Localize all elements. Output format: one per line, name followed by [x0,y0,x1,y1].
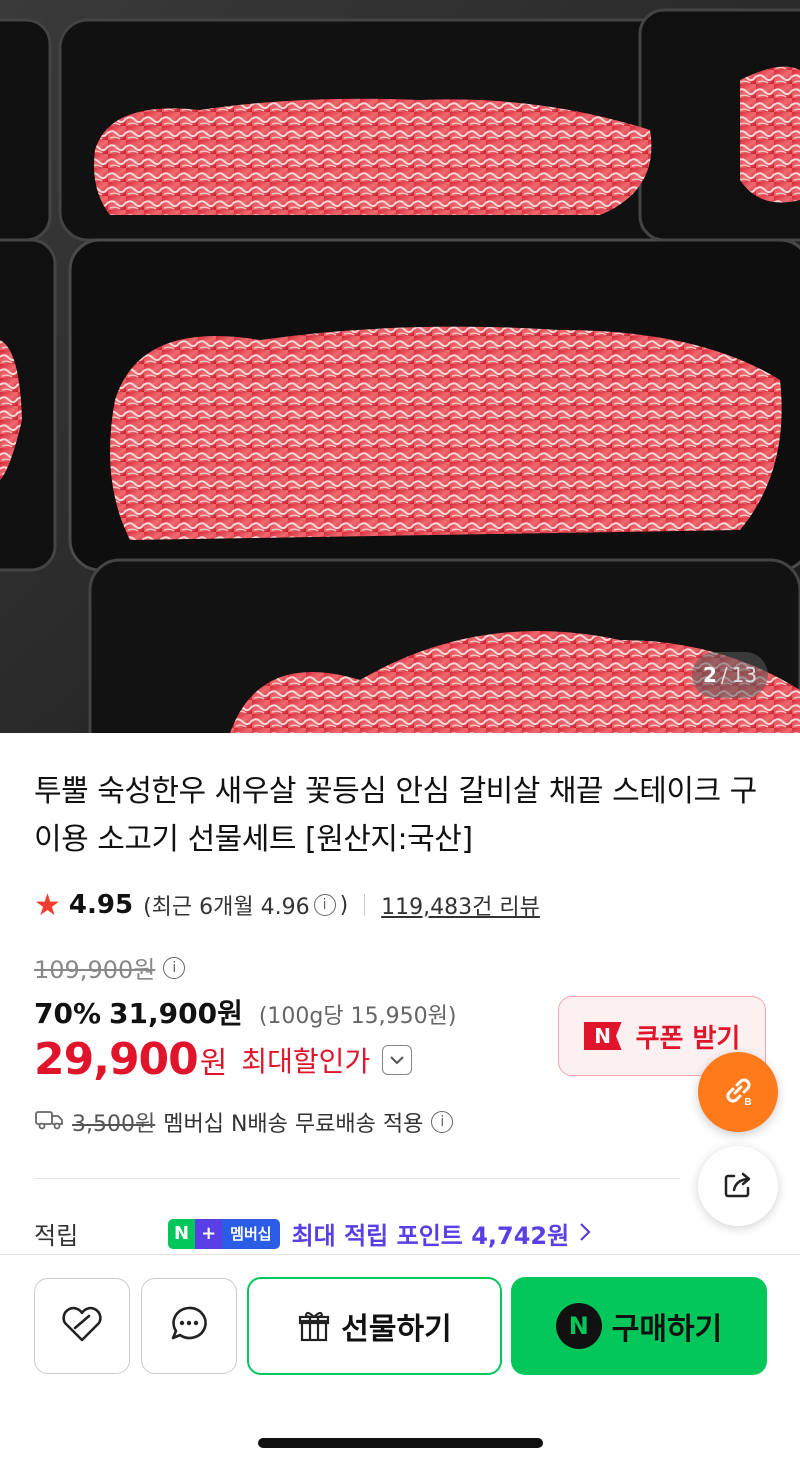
rating-score: 4.95 [68,890,134,920]
chat-button[interactable] [141,1278,237,1374]
coupon-label: 쿠폰 받기 [635,1023,741,1054]
info-icon[interactable]: i [163,956,186,979]
badge-member: 멤버십 [222,1218,280,1249]
final-price: 29,900 [34,1034,199,1085]
points-text: 최대 적립 포인트 4,742원 [291,1222,570,1250]
link-button[interactable]: B [698,1052,778,1132]
product-photo [0,0,800,733]
info-icon[interactable]: i [313,894,336,916]
naver-pay-logo: N [555,1303,602,1349]
section-divider [34,1178,680,1179]
image-counter-current: 2 [702,663,717,687]
final-currency: 원 [199,1045,228,1081]
chevron-right-icon [579,1220,591,1248]
unit-price: (100g당 15,950원) [258,1004,457,1029]
chat-icon [167,1302,211,1350]
product-title: 투뿔 숙성한우 새우살 꽃등심 안심 갈비살 채끝 스테이크 구이용 소고기 선… [34,774,757,857]
svg-text:B: B [744,1097,751,1108]
dropdown-chevron-icon[interactable] [382,1044,413,1075]
gift-button[interactable]: 선물하기 [247,1277,502,1375]
points-label: 적립 [34,1222,79,1250]
gift-label: 선물하기 [341,1312,452,1347]
buy-label: 구매하기 [611,1312,723,1347]
gift-icon [297,1309,331,1343]
original-shipping-fee: 3,500원 [72,1112,156,1137]
home-indicator [258,1438,543,1448]
star-icon: ★ [34,887,61,923]
points-row[interactable]: N + 멤버십 최대 적립 포인트 4,742원 [168,1216,591,1251]
recent-rating-close: ) [339,892,349,918]
badge-plus: + [195,1218,223,1249]
discount-price: 31,900원 [109,997,243,1030]
rating-row: ★ 4.95 (최근 6개월 4.96 i ) 119,483건 리뷰 [34,886,540,924]
share-button[interactable] [698,1146,778,1226]
discount-percent: 70% [34,997,102,1030]
original-price-row: 109,900원 i [34,950,186,985]
buy-button[interactable]: N 구매하기 [511,1277,767,1375]
image-counter-separator: / [720,663,728,687]
heart-icon [59,1304,105,1348]
reviews-link[interactable]: 119,483건 리뷰 [381,889,540,921]
discount-row: 70% 31,900원 (100g당 15,950원) [34,992,456,1032]
link-icon: B [719,1071,757,1113]
image-counter-total: 13 [731,663,758,687]
shipping-text: 멤버십 N배송 무료배송 적용 [163,1112,424,1137]
wishlist-button[interactable] [34,1278,130,1374]
shipping-row: 3,500원 멤버십 N배송 무료배송 적용 i [34,1102,454,1142]
original-price: 109,900원 [34,956,156,984]
divider [364,894,366,916]
max-discount-label: 최대할인가 [241,1044,371,1078]
membership-badge: N + 멤버십 [168,1218,280,1249]
recent-rating: (최근 6개월 4.96 [143,895,310,920]
product-image-gallery[interactable]: 2 / 13 [0,0,800,733]
badge-n: N [168,1218,196,1249]
truck-icon [34,1107,64,1137]
image-counter: 2 / 13 [692,652,768,698]
share-icon [720,1166,756,1206]
final-price-row: 29,900 원 최대할인가 [34,1034,413,1085]
coupon-n-logo: N [583,1022,622,1050]
info-icon[interactable]: i [431,1111,454,1133]
